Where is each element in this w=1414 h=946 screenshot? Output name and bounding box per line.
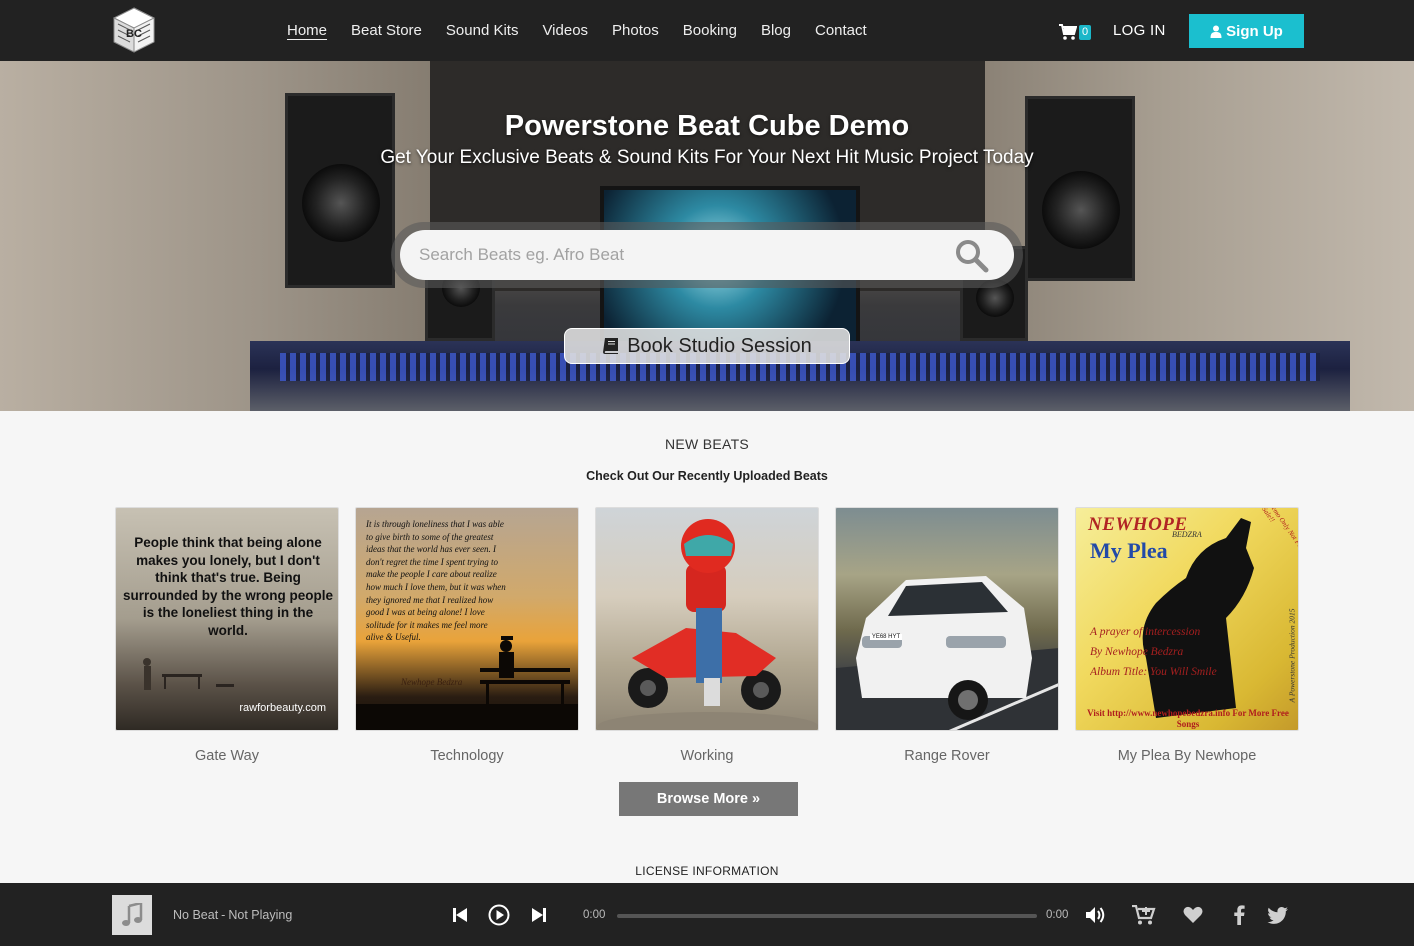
suv-car-image bbox=[836, 576, 1058, 730]
nav-link-home[interactable]: Home bbox=[287, 0, 327, 61]
license-information-heading: LICENSE INFORMATION bbox=[635, 864, 779, 878]
browse-more-button[interactable]: Browse More » bbox=[619, 782, 798, 816]
beat-title[interactable]: Gate Way bbox=[115, 748, 339, 764]
skip-back-icon bbox=[453, 908, 467, 922]
beat-cover-image[interactable]: It is through loneliness that I was able… bbox=[355, 507, 579, 731]
beat-card-technology[interactable]: It is through loneliness that I was able… bbox=[355, 507, 579, 764]
top-navbar: BC Home Beat Store Sound Kits Videos Pho… bbox=[0, 0, 1414, 61]
heart-icon bbox=[1183, 906, 1203, 923]
signup-button[interactable]: Sign Up bbox=[1189, 14, 1304, 48]
user-icon bbox=[1210, 25, 1222, 38]
nav-link-photos[interactable]: Photos bbox=[612, 0, 659, 61]
beat-title[interactable]: Working bbox=[595, 748, 819, 764]
like-button[interactable] bbox=[1182, 904, 1204, 926]
next-track-button[interactable] bbox=[531, 904, 547, 926]
audio-player-bar: No Beat - Not Playing 0:00 0:00 bbox=[0, 883, 1414, 946]
cube-logo-icon: BC bbox=[112, 7, 156, 53]
cover-side-text: A Powerstone Production 2015 bbox=[1287, 608, 1297, 703]
current-time: 0:00 bbox=[583, 909, 606, 921]
beat-search-input[interactable] bbox=[400, 230, 1014, 280]
cart-button[interactable]: 0 bbox=[1059, 21, 1093, 43]
cover-line-3: Album Title: You Will Smile bbox=[1090, 666, 1217, 678]
beat-cover-image[interactable]: People think that being alone makes you … bbox=[115, 507, 339, 731]
cart-count-badge: 0 bbox=[1079, 24, 1092, 40]
play-button[interactable] bbox=[488, 904, 510, 926]
beat-title[interactable]: Range Rover bbox=[835, 748, 1059, 764]
license-plate: YE68 HYT bbox=[870, 634, 902, 640]
new-beats-heading: NEW BEATS bbox=[664, 436, 750, 452]
total-time: 0:00 bbox=[1046, 909, 1069, 921]
bench-silhouette bbox=[143, 658, 234, 690]
cart-plus-icon bbox=[1132, 905, 1156, 925]
svg-text:BC: BC bbox=[126, 28, 142, 40]
cover-line-2: By Newhope Bedzra bbox=[1090, 646, 1184, 658]
site-logo[interactable]: BC bbox=[112, 6, 156, 54]
hero-banner: Powerstone Beat Cube Demo Get Your Exclu… bbox=[0, 61, 1414, 411]
nav-link-videos[interactable]: Videos bbox=[542, 0, 588, 61]
now-playing-beat: No Beat bbox=[173, 908, 219, 922]
beat-card-my-plea[interactable]: NEWHOPE BEDZRA My Plea A prayer of inter… bbox=[1075, 507, 1299, 764]
facebook-icon bbox=[1233, 905, 1245, 925]
nav-link-beat-store[interactable]: Beat Store bbox=[351, 0, 422, 61]
previous-track-button[interactable] bbox=[452, 904, 468, 926]
nav-link-booking[interactable]: Booking bbox=[683, 0, 737, 61]
beat-card-gate-way[interactable]: People think that being alone makes you … bbox=[115, 507, 339, 764]
shopping-cart-icon bbox=[1059, 24, 1077, 40]
seek-bar[interactable] bbox=[617, 914, 1037, 918]
bench-silhouette bbox=[356, 636, 578, 730]
beat-card-range-rover[interactable]: YE68 HYT Range Rover bbox=[835, 507, 1059, 764]
twitter-icon bbox=[1266, 906, 1288, 924]
cover-credit-text: rawforbeauty.com bbox=[239, 702, 326, 714]
twitter-share-button[interactable] bbox=[1266, 904, 1288, 926]
volume-icon bbox=[1086, 907, 1105, 923]
hero-title: Powerstone Beat Cube Demo bbox=[504, 110, 910, 142]
player-artwork bbox=[112, 895, 152, 935]
add-to-cart-button[interactable] bbox=[1132, 904, 1156, 926]
book-icon bbox=[603, 338, 619, 354]
facebook-share-button[interactable] bbox=[1232, 904, 1246, 926]
skip-forward-icon bbox=[532, 908, 546, 922]
nav-link-blog[interactable]: Blog bbox=[761, 0, 791, 61]
book-studio-session-label: Book Studio Session bbox=[627, 334, 812, 357]
volume-button[interactable] bbox=[1086, 904, 1106, 926]
signup-label: Sign Up bbox=[1226, 22, 1283, 40]
now-playing-separator: - bbox=[221, 908, 226, 922]
cover-subtitle-name: BEDZRA bbox=[1172, 530, 1202, 539]
search-icon bbox=[956, 240, 989, 273]
now-playing-text: No Beat - Not Playing bbox=[173, 908, 292, 922]
cover-song-title: My Plea bbox=[1090, 538, 1168, 563]
nav-link-sound-kits[interactable]: Sound Kits bbox=[446, 0, 519, 61]
beat-cover-image[interactable] bbox=[595, 507, 819, 731]
main-nav: Home Beat Store Sound Kits Videos Photos… bbox=[287, 0, 891, 61]
cover-line-1: A prayer of intercession bbox=[1090, 626, 1201, 638]
music-note-icon bbox=[122, 903, 143, 926]
now-playing-status: Not Playing bbox=[228, 908, 293, 922]
beat-title[interactable]: Technology bbox=[355, 748, 579, 764]
new-beats-subheading: Check Out Our Recently Uploaded Beats bbox=[586, 469, 828, 483]
beat-card-working[interactable]: Working bbox=[595, 507, 819, 764]
beat-cover-image[interactable]: YE68 HYT bbox=[835, 507, 1059, 731]
book-studio-session-button[interactable]: Book Studio Session bbox=[564, 328, 850, 364]
play-icon bbox=[488, 904, 510, 926]
nav-link-contact[interactable]: Contact bbox=[815, 0, 867, 61]
login-link[interactable]: LOG IN bbox=[1113, 0, 1166, 62]
search-button[interactable] bbox=[954, 238, 994, 274]
motorbike-rider-image bbox=[598, 519, 818, 730]
cover-credit-text: Newhope Bedzra bbox=[401, 677, 463, 687]
hero-subtitle: Get Your Exclusive Beats & Sound Kits Fo… bbox=[380, 147, 1034, 168]
cover-footer-text: Visit http://www.newhopebedzra.info For … bbox=[1087, 708, 1289, 729]
search-bar bbox=[391, 222, 1023, 288]
beat-title[interactable]: My Plea By Newhope bbox=[1075, 748, 1299, 764]
beat-cover-image[interactable]: NEWHOPE BEDZRA My Plea A prayer of inter… bbox=[1075, 507, 1299, 731]
